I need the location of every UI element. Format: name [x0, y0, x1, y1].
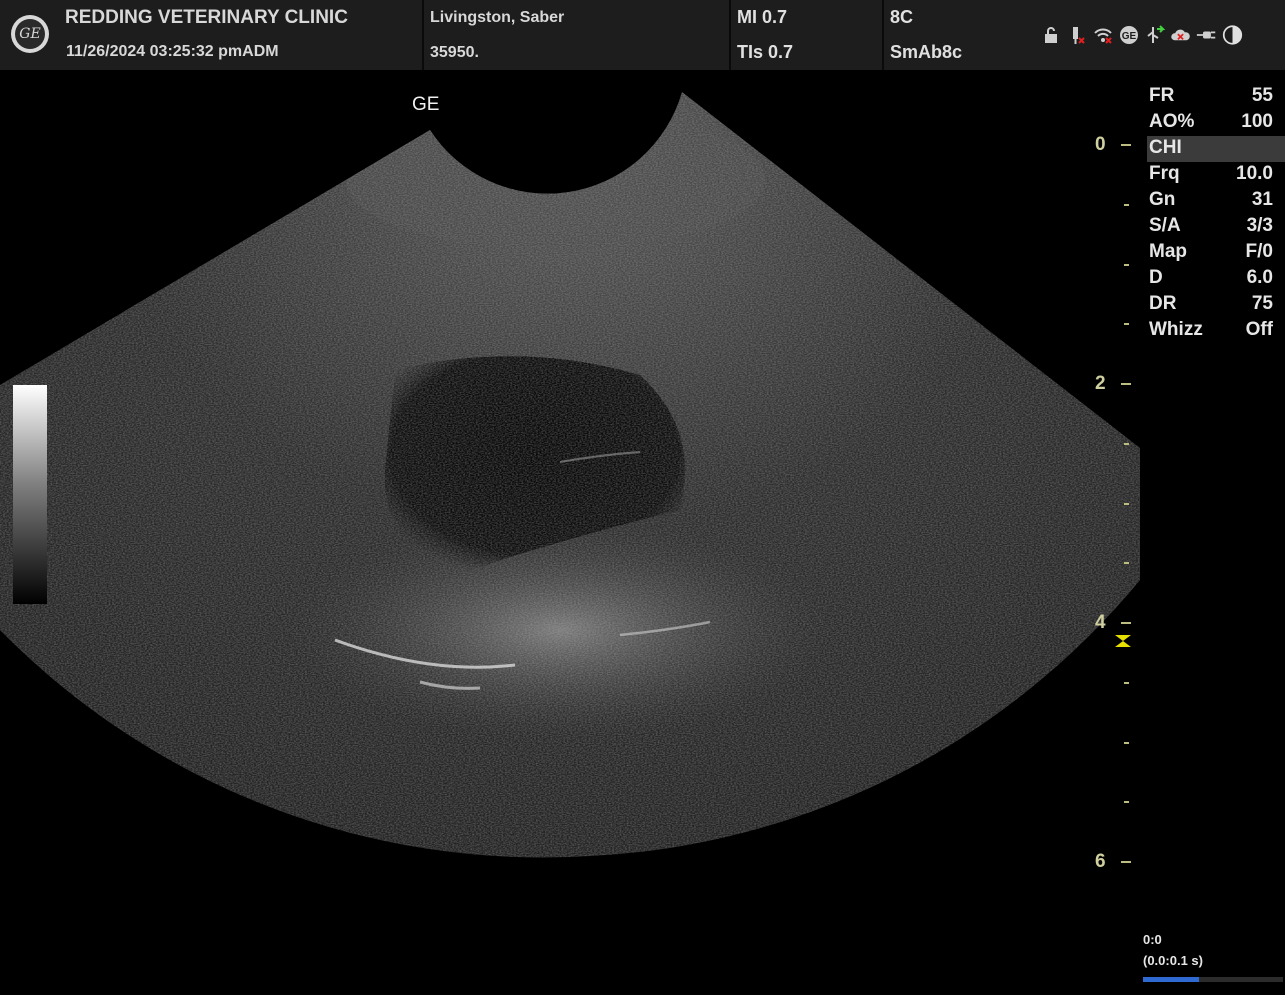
param-chi[interactable]: CHI — [1147, 136, 1285, 162]
probe-name: 8C — [890, 7, 914, 27]
param-label: DR — [1149, 293, 1177, 314]
preset-name: SmAb8c — [890, 42, 963, 62]
param-sa[interactable]: S/A 3/3 — [1147, 214, 1285, 240]
ge-logo: GE — [11, 15, 49, 53]
cine-time: (0.0:0.1 s) — [1143, 953, 1203, 968]
param-value: 10.0 — [1236, 163, 1273, 184]
depth-label-4: 4 — [1095, 612, 1106, 633]
patient-cell[interactable]: Livingston, Saber 35950. — [424, 0, 731, 70]
depth-label-0: 0 — [1095, 134, 1106, 155]
param-dr[interactable]: DR 75 — [1147, 292, 1285, 318]
operator-id: ADM — [242, 43, 279, 60]
param-depth[interactable]: D 6.0 — [1147, 266, 1285, 292]
param-label: CHI — [1149, 137, 1182, 158]
patient-name: Livingston, Saber — [430, 9, 565, 26]
param-value: F/0 — [1245, 241, 1273, 262]
clinic-cell: GE REDDING VETERINARY CLINIC 11/26/2024 … — [0, 0, 424, 70]
lock-icon[interactable] — [1040, 24, 1061, 46]
network-icon[interactable] — [1144, 24, 1165, 46]
focus-marker-icon — [1115, 635, 1131, 647]
param-value: Off — [1245, 319, 1273, 340]
ultrasound-image-area[interactable] — [0, 70, 1140, 990]
wifi-icon[interactable] — [1092, 24, 1113, 46]
param-value: 75 — [1251, 293, 1273, 314]
depth-major-tick — [1121, 861, 1131, 863]
depth-minor-tick — [1124, 204, 1129, 206]
power-plug-icon[interactable] — [1196, 24, 1217, 46]
param-label: FR — [1149, 85, 1175, 106]
param-fr[interactable]: FR 55 — [1147, 84, 1285, 110]
tis-value: TIs 0.7 — [737, 42, 794, 62]
depth-minor-tick — [1124, 323, 1129, 325]
svg-text:GE: GE — [1121, 31, 1136, 42]
depth-minor-tick — [1124, 682, 1129, 684]
focus-zone-marker[interactable] — [1113, 634, 1133, 653]
param-value: 3/3 — [1246, 215, 1273, 236]
depth-minor-tick — [1124, 801, 1129, 803]
param-value: 31 — [1251, 189, 1273, 210]
depth-minor-tick — [1124, 443, 1129, 445]
depth-minor-tick — [1124, 264, 1129, 266]
status-icon-tray: GE — [1040, 22, 1243, 48]
param-map[interactable]: Map F/0 — [1147, 240, 1285, 266]
vendor-orientation-mark: GE — [412, 94, 440, 115]
param-label: S/A — [1149, 215, 1181, 236]
param-frq[interactable]: Frq 10.0 — [1147, 162, 1285, 188]
param-label: D — [1149, 267, 1163, 288]
datetime-value: 11/26/2024 03:25:32 pm — [66, 43, 243, 60]
ge-service-icon[interactable]: GE — [1118, 24, 1139, 46]
depth-minor-tick — [1124, 562, 1129, 564]
cine-progress-bar[interactable] — [1143, 977, 1283, 982]
param-label: Whizz — [1149, 319, 1203, 340]
ge-logo-mark: GE — [15, 19, 45, 49]
param-value: 100 — [1241, 111, 1273, 132]
safety-index-cell: MI 0.7 TIs 0.7 — [731, 0, 884, 70]
depth-minor-tick — [1124, 503, 1129, 505]
param-label: AO% — [1149, 111, 1195, 132]
clinic-name: REDDING VETERINARY CLINIC — [65, 7, 348, 28]
depth-major-tick — [1121, 622, 1131, 624]
depth-major-tick — [1121, 383, 1131, 385]
exam-datetime: 11/26/2024 03:25:32 pmADM — [66, 43, 279, 61]
param-label: Gn — [1149, 189, 1176, 210]
param-gn[interactable]: Gn 31 — [1147, 188, 1285, 214]
ultrasound-sector — [0, 92, 1140, 858]
grayscale-map-bar — [13, 385, 47, 604]
param-whizz[interactable]: Whizz Off — [1147, 318, 1285, 344]
cine-progress-fill — [1143, 977, 1199, 982]
depth-minor-tick — [1124, 742, 1129, 744]
cine-readout: 0:0 (0.0:0.1 s) — [1143, 932, 1203, 968]
header-bar: GE REDDING VETERINARY CLINIC 11/26/2024 … — [0, 0, 1285, 70]
imaging-parameters-panel[interactable]: FR 55 AO% 100 CHI Frq 10.0 Gn 31 S/A 3/3 Map F… — [1147, 84, 1285, 344]
cine-frame: 0:0 — [1143, 932, 1162, 947]
param-label: Map — [1149, 241, 1187, 262]
patient-id: 35950. — [430, 44, 479, 61]
param-value: 6.0 — [1246, 267, 1273, 288]
depth-label-2: 2 — [1095, 373, 1106, 394]
contrast-icon[interactable] — [1222, 24, 1243, 46]
param-label: Frq — [1149, 163, 1180, 184]
mi-value: MI 0.7 — [737, 7, 788, 27]
param-ao[interactable]: AO% 100 — [1147, 110, 1285, 136]
param-value: 55 — [1251, 85, 1273, 106]
usb-disconnected-icon[interactable] — [1066, 24, 1087, 46]
depth-major-tick — [1121, 144, 1131, 146]
depth-label-6: 6 — [1095, 851, 1106, 872]
cloud-disconnected-icon[interactable] — [1170, 24, 1191, 46]
